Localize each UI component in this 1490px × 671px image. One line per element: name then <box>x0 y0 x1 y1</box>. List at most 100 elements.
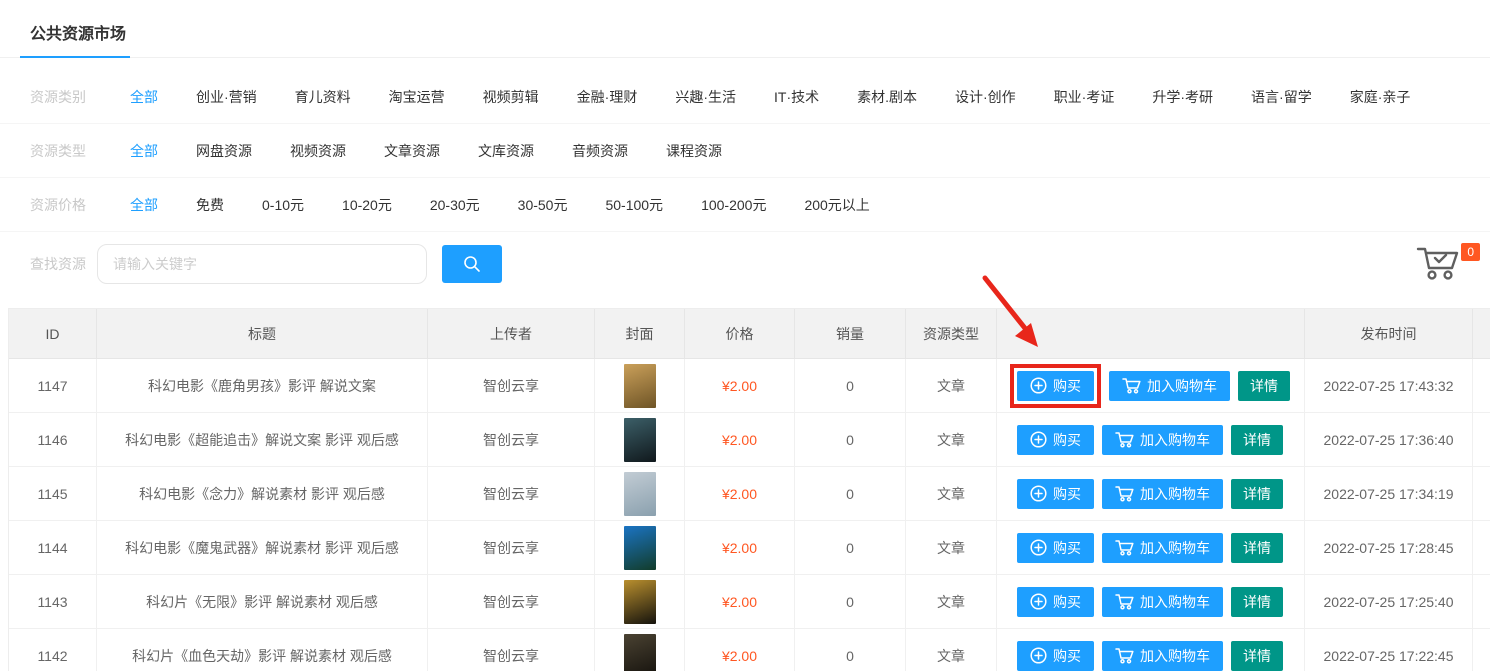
buy-button-wrap: 购买 <box>1017 424 1094 455</box>
add-to-cart-button[interactable]: 加入购物车 <box>1102 586 1223 617</box>
filter-option[interactable]: 创业·营销 <box>196 87 257 107</box>
add-to-cart-button[interactable]: 加入购物车 <box>1102 532 1223 563</box>
filter-option[interactable]: 全部 <box>130 195 158 215</box>
buy-button[interactable]: 购买 <box>1017 532 1094 563</box>
detail-button[interactable]: 详情 <box>1231 478 1283 509</box>
filter-option[interactable]: 文章资源 <box>384 141 440 161</box>
filter-option[interactable]: 音频资源 <box>572 141 628 161</box>
cell-uploader: 智创云享 <box>428 413 595 467</box>
filter-option[interactable]: 50-100元 <box>605 195 663 215</box>
add-to-cart-button[interactable]: 加入购物车 <box>1102 424 1223 455</box>
cell-spacer <box>1473 413 1490 467</box>
cell-sales: 0 <box>795 359 906 413</box>
cell-id: 1147 <box>9 359 97 413</box>
detail-button[interactable]: 详情 <box>1238 370 1290 401</box>
cart-check-icon <box>1416 245 1462 281</box>
cell-sales: 0 <box>795 467 906 521</box>
filter-option[interactable]: 语言·留学 <box>1251 87 1312 107</box>
cell-sales: 0 <box>795 575 906 629</box>
cover-image <box>623 417 656 462</box>
cell-price: ¥2.00 <box>685 467 795 521</box>
filter-row: 资源类型 全部 网盘资源 视频资源 文章资源 文库资源 音频资源 课程资源 <box>0 124 1490 178</box>
filter-option[interactable]: 网盘资源 <box>196 141 252 161</box>
filter-option[interactable]: 育儿资料 <box>295 87 351 107</box>
buy-button[interactable]: 购买 <box>1017 478 1094 509</box>
filter-option[interactable]: 兴趣·生活 <box>675 87 736 107</box>
cell-spacer <box>1473 467 1490 521</box>
detail-button[interactable]: 详情 <box>1231 640 1283 671</box>
filter-option[interactable]: 视频资源 <box>290 141 346 161</box>
buy-button[interactable]: 购买 <box>1017 424 1094 455</box>
filter-option[interactable]: 0-10元 <box>262 195 304 215</box>
table-header-row: ID 标题 上传者 封面 价格 销量 资源类型 发布时间 <box>9 309 1490 359</box>
filters-panel: 资源类别 全部 创业·营销 育儿资料 淘宝运营 视频剪辑 金融·理财 兴趣·生活 IT·技术 素材… <box>0 58 1490 232</box>
cell-type: 文章 <box>906 413 997 467</box>
cell-spacer <box>1473 521 1490 575</box>
cover-image <box>623 579 656 624</box>
add-to-cart-label: 加入购物车 <box>1147 377 1217 394</box>
filter-option[interactable]: 100-200元 <box>701 195 766 215</box>
table-body: 1147 科幻电影《鹿角男孩》影评 解说文案 智创云享 ¥2.00 0 文章 购… <box>9 359 1490 671</box>
add-to-cart-button[interactable]: 加入购物车 <box>1102 640 1223 671</box>
table-row: 1146 科幻电影《超能追击》解说文案 影评 观后感 智创云享 ¥2.00 0 … <box>9 413 1490 467</box>
plus-circle-icon <box>1030 485 1047 502</box>
buy-button-wrap: 购买 <box>1017 532 1094 563</box>
cell-time: 2022-07-25 17:34:19 <box>1305 467 1473 521</box>
detail-button-label: 详情 <box>1250 377 1278 394</box>
cell-id: 1146 <box>9 413 97 467</box>
filter-option[interactable]: 免费 <box>196 195 224 215</box>
filter-option[interactable]: 家庭·亲子 <box>1350 87 1411 107</box>
buy-button[interactable]: 购买 <box>1017 640 1094 671</box>
filter-option[interactable]: 文库资源 <box>478 141 534 161</box>
search-input[interactable] <box>97 244 427 284</box>
cell-time: 2022-07-25 17:22:45 <box>1305 629 1473 671</box>
cell-type: 文章 <box>906 521 997 575</box>
cart-small-icon <box>1115 593 1134 610</box>
table-row: 1143 科幻片《无限》影评 解说素材 观后感 智创云享 ¥2.00 0 文章 … <box>9 575 1490 629</box>
filter-option[interactable]: 素材.剧本 <box>857 87 917 107</box>
detail-button[interactable]: 详情 <box>1231 586 1283 617</box>
buy-button-wrap: 购买 <box>1017 640 1094 671</box>
filter-option[interactable]: 职业·考证 <box>1054 87 1115 107</box>
cell-cover <box>595 413 685 467</box>
filter-option[interactable]: 全部 <box>130 87 158 107</box>
buy-button-label: 购买 <box>1053 593 1081 610</box>
buy-button[interactable]: 购买 <box>1017 370 1094 401</box>
cart-small-icon <box>1115 431 1134 448</box>
filter-option[interactable]: 设计·创作 <box>955 87 1016 107</box>
cell-spacer <box>1473 575 1490 629</box>
cart-button[interactable]: 0 <box>1416 243 1480 281</box>
buy-button[interactable]: 购买 <box>1017 586 1094 617</box>
cell-sales: 0 <box>795 413 906 467</box>
cell-cover <box>595 575 685 629</box>
filter-option[interactable]: 淘宝运营 <box>389 87 445 107</box>
detail-button[interactable]: 详情 <box>1231 532 1283 563</box>
filter-option[interactable]: 30-50元 <box>518 195 568 215</box>
filter-option[interactable]: 视频剪辑 <box>483 87 539 107</box>
cell-type: 文章 <box>906 629 997 671</box>
filter-option[interactable]: IT·技术 <box>774 87 819 107</box>
cell-id: 1144 <box>9 521 97 575</box>
buy-button-label: 购买 <box>1053 647 1081 664</box>
search-button[interactable] <box>442 245 502 283</box>
filter-option[interactable]: 全部 <box>130 141 158 161</box>
filter-option[interactable]: 10-20元 <box>342 195 392 215</box>
cover-image <box>623 633 656 671</box>
column-header: ID <box>9 309 97 359</box>
column-header: 封面 <box>595 309 685 359</box>
cell-uploader: 智创云享 <box>428 467 595 521</box>
filter-option[interactable]: 升学·考研 <box>1152 87 1213 107</box>
filter-option[interactable]: 课程资源 <box>666 141 722 161</box>
add-to-cart-button[interactable]: 加入购物车 <box>1109 370 1230 401</box>
cell-time: 2022-07-25 17:36:40 <box>1305 413 1473 467</box>
filter-option[interactable]: 200元以上 <box>804 195 869 215</box>
page-header: 公共资源市场 <box>0 0 1490 58</box>
filter-option[interactable]: 20-30元 <box>430 195 480 215</box>
cover-image <box>623 525 656 570</box>
filter-option[interactable]: 金融·理财 <box>577 87 638 107</box>
cell-title: 科幻片《无限》影评 解说素材 观后感 <box>97 575 428 629</box>
add-to-cart-button[interactable]: 加入购物车 <box>1102 478 1223 509</box>
detail-button[interactable]: 详情 <box>1231 424 1283 455</box>
buy-button-label: 购买 <box>1053 431 1081 448</box>
add-to-cart-label: 加入购物车 <box>1140 593 1210 610</box>
